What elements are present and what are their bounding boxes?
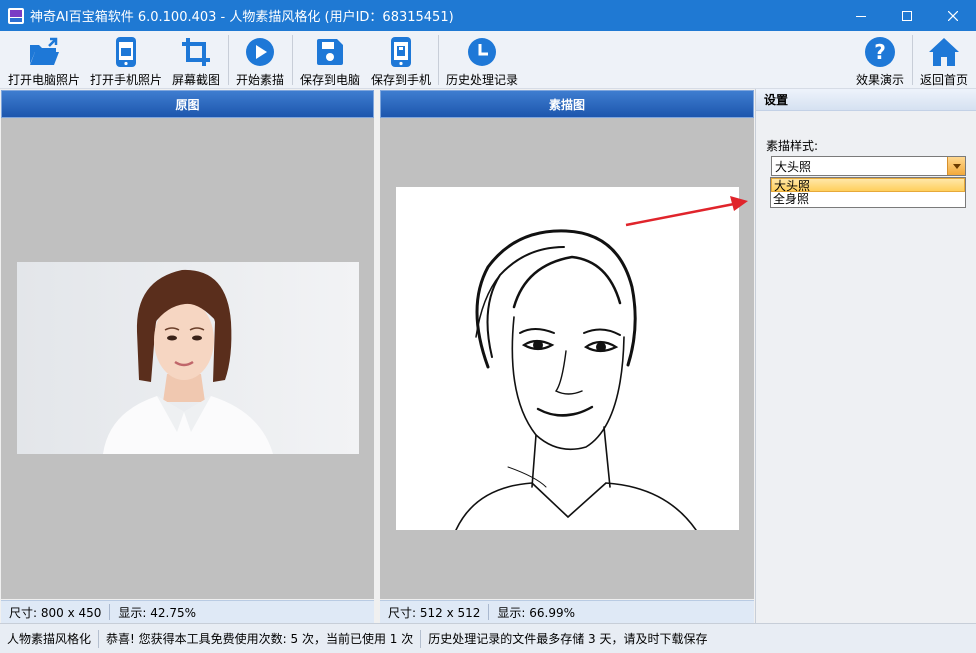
save-disk-icon [313, 35, 347, 69]
save-to-phone-label: 保存到手机 [370, 73, 431, 87]
save-to-pc-button[interactable]: 保存到电脑 [296, 31, 364, 89]
window-title: 神奇AI百宝箱软件 6.0.100.403 - 人物素描风格化 (用户ID：68… [30, 10, 454, 25]
sketch-style-selected: 大头照 [775, 159, 812, 174]
close-button[interactable] [930, 0, 976, 31]
save-to-pc-label: 保存到电脑 [299, 73, 360, 87]
history-button[interactable]: 历史处理记录 [444, 31, 520, 89]
sketch-style-dropdown: 大头照 全身照 [770, 177, 966, 208]
demo-button[interactable]: ? 效果演示 [853, 31, 907, 89]
screenshot-label: 屏幕截图 [171, 73, 220, 87]
minimize-icon [856, 15, 866, 17]
original-panel-header: 原图 [1, 90, 374, 118]
sketch-image [396, 187, 739, 530]
demo-label: 效果演示 [855, 73, 904, 87]
status-history-note: 历史处理记录的文件最多存储 3 天，请及时下载保存 [428, 632, 708, 646]
sketch-status: 尺寸: 512 x 512 显示: 66.99% [380, 600, 754, 623]
sketch-style-select[interactable]: 大头照 [771, 156, 966, 176]
maximize-icon [902, 10, 912, 21]
maximize-button[interactable] [884, 0, 930, 31]
screenshot-button[interactable]: 屏幕截图 [168, 31, 224, 89]
option-full-body[interactable]: 全身照 [771, 192, 965, 206]
original-photo [17, 262, 359, 454]
phone-save-icon [384, 35, 418, 69]
status-tool-name: 人物素描风格化 [7, 632, 92, 646]
sketch-style-label: 素描样式: [766, 139, 819, 153]
original-panel-title: 原图 [175, 97, 200, 112]
sketch-panel-header: 素描图 [380, 90, 754, 118]
close-icon [948, 10, 958, 21]
folder-open-icon [27, 35, 61, 69]
original-status: 尺寸: 800 x 450 显示: 42.75% [1, 600, 374, 623]
pointer-arrow-icon [625, 196, 748, 227]
original-image-area[interactable] [1, 118, 374, 599]
home-button[interactable]: 返回首页 [916, 31, 972, 89]
original-zoom: 显示: 42.75% [118, 605, 197, 620]
home-icon [927, 35, 961, 69]
option-headshot[interactable]: 大头照 [771, 178, 965, 193]
open-pc-photo-button[interactable]: 打开电脑照片 [6, 31, 82, 89]
play-icon [243, 35, 277, 69]
status-bar: 人物素描风格化 恭喜! 您获得本工具免费使用次数: 5 次，当前已使用 1 次 … [0, 623, 976, 653]
history-label: 历史处理记录 [445, 73, 518, 87]
toolbar: 打开电脑照片 打开手机照片 屏幕截图 开始素描 保存到电脑 保存到手机 历史处理… [0, 31, 976, 89]
app-logo-icon [8, 7, 24, 24]
sketch-panel-title: 素描图 [548, 97, 585, 112]
phone-icon [109, 35, 143, 69]
original-size: 尺寸: 800 x 450 [9, 605, 102, 620]
clock-icon [465, 35, 499, 69]
status-usage: 恭喜! 您获得本工具免费使用次数: 5 次，当前已使用 1 次 [106, 632, 414, 646]
minimize-button[interactable] [838, 0, 884, 31]
settings-title: 设置 [756, 89, 976, 111]
sketch-image-area[interactable] [380, 118, 754, 599]
start-sketch-label: 开始素描 [235, 73, 284, 87]
open-phone-photo-label: 打开手机照片 [89, 73, 162, 87]
open-phone-photo-button[interactable]: 打开手机照片 [88, 31, 164, 89]
open-pc-photo-label: 打开电脑照片 [7, 73, 80, 87]
home-label: 返回首页 [919, 73, 968, 87]
svg-text:?: ? [874, 40, 886, 64]
start-sketch-button[interactable]: 开始素描 [232, 31, 288, 89]
settings-panel: 设置 素描样式: 大头照 大头照 全身照 [755, 89, 976, 623]
chevron-down-icon[interactable] [947, 157, 965, 175]
title-bar: 神奇AI百宝箱软件 6.0.100.403 - 人物素描风格化 (用户ID：68… [0, 0, 976, 31]
save-to-phone-button[interactable]: 保存到手机 [368, 31, 434, 89]
crop-icon [179, 35, 213, 69]
sketch-size: 尺寸: 512 x 512 [388, 605, 481, 620]
sketch-zoom: 显示: 66.99% [497, 605, 576, 620]
help-icon: ? [863, 35, 897, 69]
